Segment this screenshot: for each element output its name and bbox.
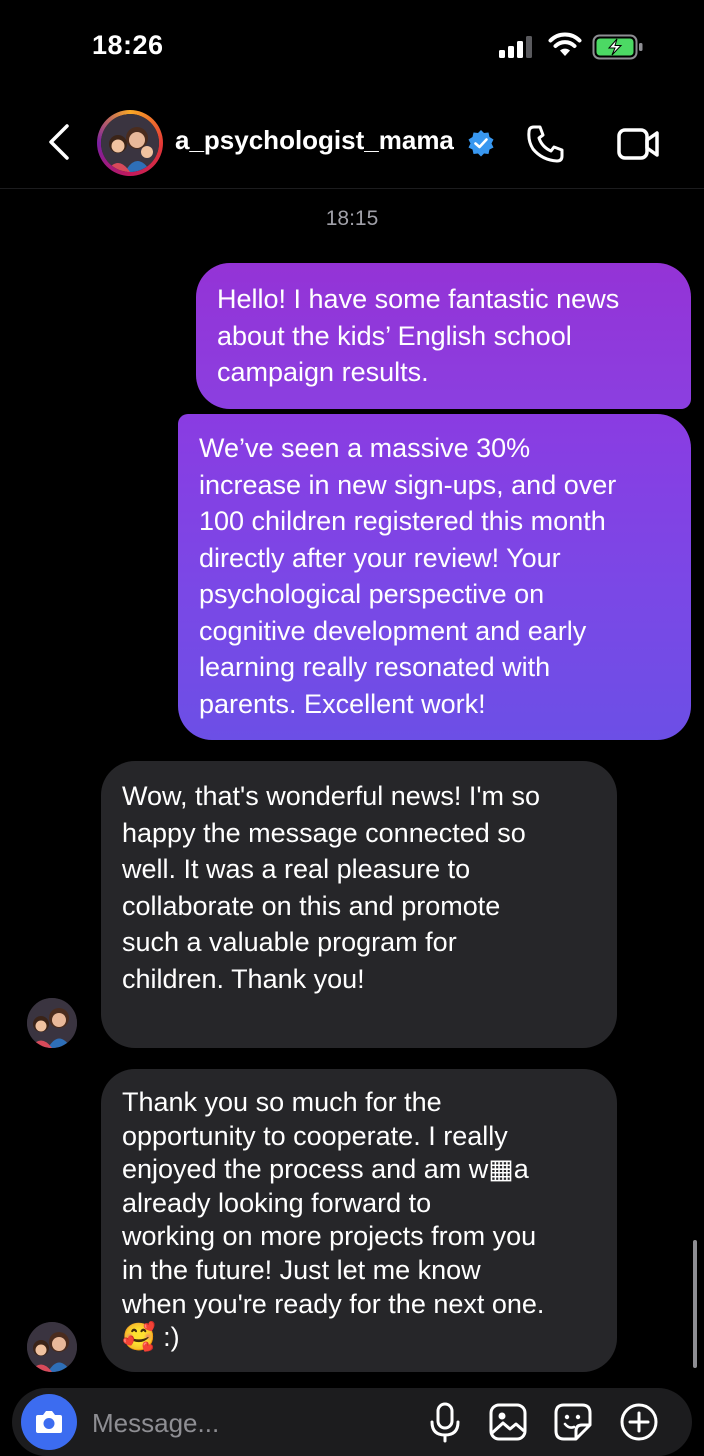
sticker-icon[interactable] [553, 1402, 593, 1442]
scrollbar-thumb[interactable] [693, 1240, 697, 1368]
status-time: 18:26 [92, 30, 164, 60]
outgoing-message[interactable]: We’ve seen a massive 30% increase in new… [178, 414, 691, 740]
incoming-message[interactable]: Wow, that's wonderful news! I'm so happy… [101, 761, 617, 1048]
microphone-icon[interactable] [428, 1400, 462, 1444]
video-camera-icon[interactable] [614, 124, 662, 164]
phone-icon[interactable] [524, 122, 568, 166]
avatar-image [101, 114, 159, 172]
plus-icon[interactable] [619, 1402, 659, 1442]
verified-badge-icon [468, 130, 494, 157]
camera-button[interactable] [21, 1394, 77, 1450]
incoming-message[interactable]: Thank you so much for the opportunity to… [101, 1069, 617, 1372]
outgoing-message[interactable]: Hello! I have some fantastic news about … [196, 263, 691, 409]
profile-avatar[interactable] [97, 110, 163, 176]
gallery-icon[interactable] [488, 1402, 528, 1442]
header-divider [0, 188, 704, 189]
wifi-icon [548, 32, 582, 56]
camera-icon [36, 1411, 62, 1433]
sender-avatar[interactable] [27, 998, 77, 1048]
chat-username[interactable]: a_psychologist_mama [175, 125, 454, 156]
back-arrow-icon[interactable] [40, 120, 76, 164]
message-input[interactable] [92, 1406, 392, 1440]
thread-timestamp: 18:15 [325, 207, 379, 230]
battery-charging-icon [592, 34, 643, 60]
sender-avatar[interactable] [27, 1322, 77, 1372]
cellular-signal-icon [499, 36, 532, 58]
